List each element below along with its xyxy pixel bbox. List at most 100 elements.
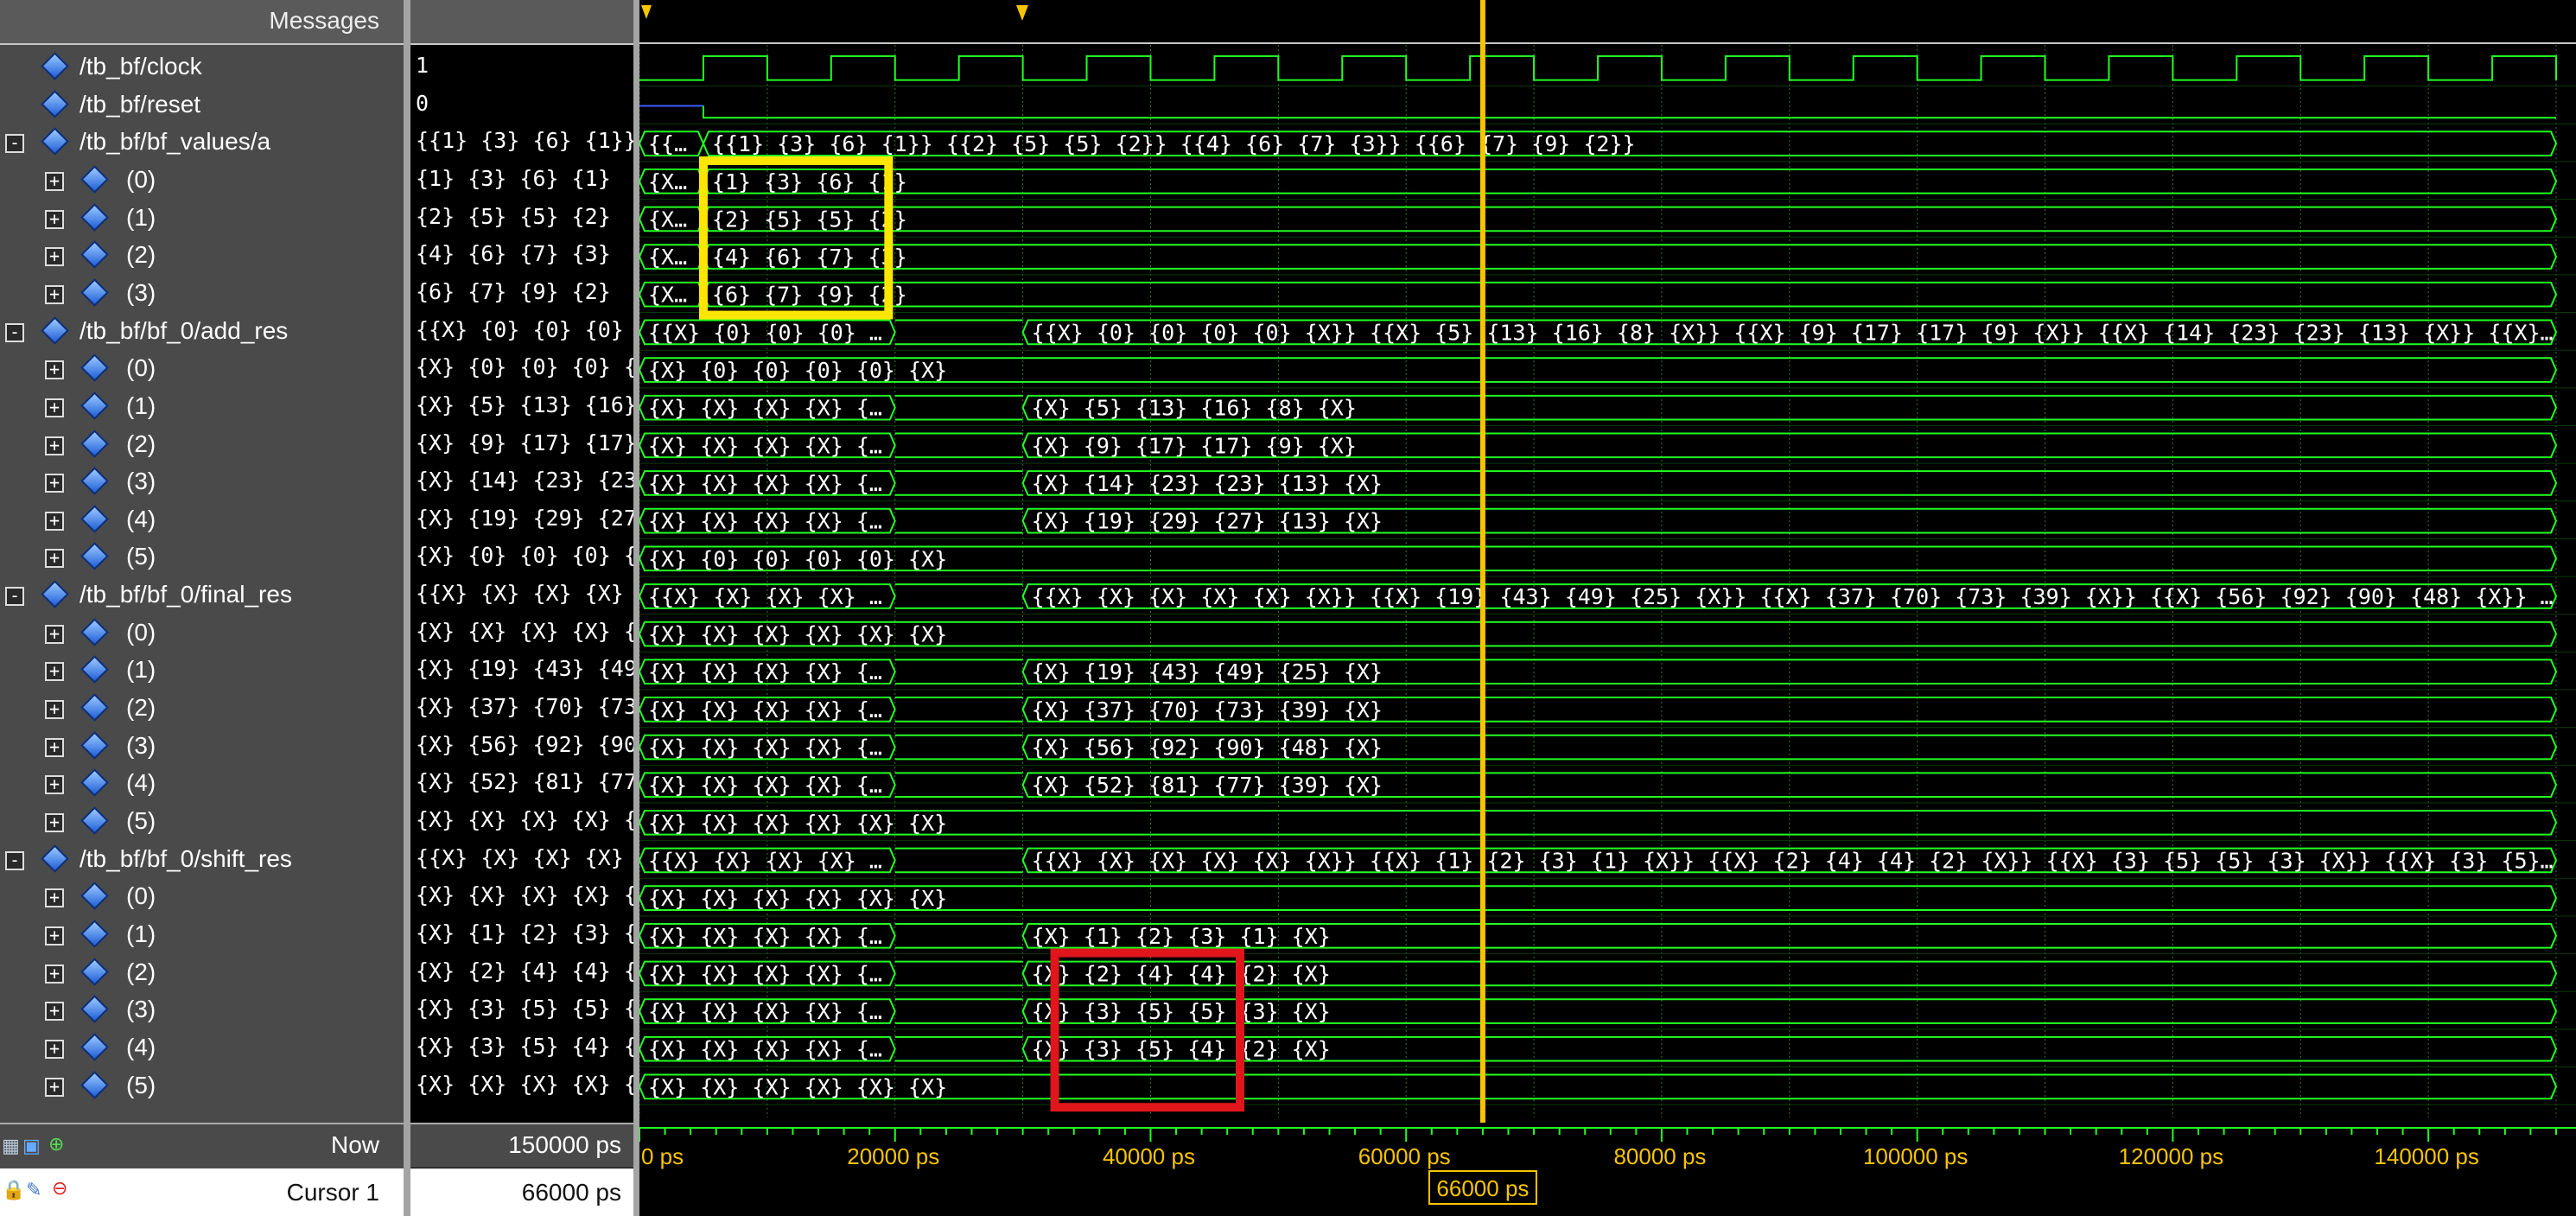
signal-value-row[interactable]: {X} {X} {X} {X} {X} {X}: [410, 879, 633, 917]
wave-icon[interactable]: ▣: [22, 1135, 41, 1157]
cursor-name[interactable]: Cursor 1: [287, 1179, 379, 1206]
signal-row[interactable]: + (4): [0, 766, 404, 804]
signal-value-row[interactable]: {{1} {3} {6} {1}} {{2} {5} {5} {2}} {{4}…: [410, 124, 633, 162]
expand-icon[interactable]: +: [45, 209, 64, 229]
expand-icon[interactable]: +: [45, 171, 64, 191]
expand-icon[interactable]: +: [45, 964, 64, 984]
expand-icon[interactable]: +: [45, 436, 64, 455]
expand-icon[interactable]: +: [45, 474, 64, 493]
signal-value-row[interactable]: {X} {X} {X} {X} {X} {X}: [410, 615, 633, 653]
signal-row[interactable]: /tb_bf/clock: [0, 49, 404, 87]
signal-row[interactable]: + (2): [0, 955, 404, 993]
signal-value-row[interactable]: {X} {37} {70} {73} {39} {X}: [410, 691, 633, 729]
expand-icon[interactable]: +: [45, 398, 64, 417]
signal-row[interactable]: + (4): [0, 1030, 404, 1068]
expand-icon[interactable]: +: [45, 624, 64, 644]
signal-row[interactable]: + (0): [0, 615, 404, 653]
signal-value-row[interactable]: {X} {19} {29} {27} {13} {X}: [410, 502, 633, 540]
signal-row[interactable]: + (0): [0, 162, 404, 201]
signal-value-row[interactable]: {2} {5} {5} {2}: [410, 201, 633, 239]
expand-icon[interactable]: +: [45, 1039, 64, 1059]
signal-value-row[interactable]: {X} {0} {0} {0} {0} {X}: [410, 539, 633, 577]
remove-icon[interactable]: ⊖: [52, 1177, 67, 1200]
signal-value-row[interactable]: {X} {52} {81} {77} {39} {X}: [410, 766, 633, 804]
signal-value-row[interactable]: {X} {14} {23} {23} {13} {X}: [410, 464, 633, 502]
signal-row[interactable]: + (1): [0, 201, 404, 239]
ruler-tick-label: 140000 ps: [2374, 1143, 2478, 1169]
signal-row[interactable]: + (2): [0, 691, 404, 729]
signal-value-row[interactable]: {X} {56} {92} {90} {48} {X}: [410, 729, 633, 767]
signal-row[interactable]: + (5): [0, 1068, 404, 1106]
signal-value-row[interactable]: {X} {2} {4} {4} {2} {X}: [410, 955, 633, 993]
expand-icon[interactable]: +: [45, 662, 64, 682]
waveform-panel[interactable]: {{… {{1} {3} {6} {1}} {{2} {5} {5} {2}} {…: [639, 0, 2576, 1216]
signal-value-row[interactable]: 1: [410, 49, 633, 87]
signal-value: {X} {0} {0} {0} {0} {X}: [416, 543, 633, 569]
signal-row[interactable]: + (2): [0, 427, 404, 465]
sim-icon[interactable]: ▦: [2, 1135, 20, 1157]
signal-value-row[interactable]: {1} {3} {6} {1}: [410, 162, 633, 201]
signal-value-row[interactable]: {X} {3} {5} {5} {3} {X}: [410, 992, 633, 1030]
expand-icon[interactable]: +: [45, 360, 64, 380]
splitter-names-values[interactable]: [404, 0, 410, 1216]
expand-icon[interactable]: +: [45, 700, 64, 720]
signal-value: {X} {56} {92} {90} {48} {X}: [416, 731, 633, 757]
signal-row[interactable]: + (3): [0, 992, 404, 1030]
expand-icon[interactable]: +: [45, 775, 64, 795]
signal-value-row[interactable]: {X} {X} {X} {X} {X} {X}: [410, 1068, 633, 1106]
signal-row[interactable]: + (0): [0, 879, 404, 917]
signal-row[interactable]: + (5): [0, 539, 404, 577]
add-icon[interactable]: ⊕: [48, 1133, 64, 1156]
signal-diamond-icon: [80, 240, 109, 270]
signal-row[interactable]: + (3): [0, 464, 404, 502]
waveform-canvas[interactable]: {{… {{1} {3} {6} {1}} {{2} {5} {5} {2}} {…: [639, 0, 2576, 1216]
signal-value-row[interactable]: {X} {5} {13} {16} {8} {X}: [410, 389, 633, 427]
wrench-icon[interactable]: ✎: [26, 1179, 41, 1201]
signal-row[interactable]: + (1): [0, 917, 404, 955]
signal-value-row[interactable]: {4} {6} {7} {3}: [410, 238, 633, 276]
signal-row[interactable]: + (3): [0, 729, 404, 767]
signal-value-row[interactable]: 0: [410, 87, 633, 125]
expand-icon[interactable]: +: [45, 511, 64, 531]
signal-row[interactable]: + (3): [0, 276, 404, 314]
collapse-icon[interactable]: -: [5, 322, 24, 342]
bus-segment-label: {X} {X} {X} {X} {…: [648, 697, 882, 723]
signal-row[interactable]: + (1): [0, 389, 404, 427]
signal-row[interactable]: + (1): [0, 653, 404, 691]
expand-icon[interactable]: +: [45, 813, 64, 832]
signal-value-row[interactable]: {X} {X} {X} {X} {X} {X}: [410, 804, 633, 842]
collapse-icon[interactable]: -: [5, 587, 24, 607]
collapse-icon[interactable]: -: [5, 850, 24, 870]
signal-row[interactable]: - /tb_bf/bf_0/shift_res: [0, 842, 404, 880]
expand-icon[interactable]: +: [45, 284, 64, 304]
expand-icon[interactable]: +: [45, 1002, 64, 1022]
expand-icon[interactable]: +: [45, 247, 64, 267]
signal-value-row[interactable]: {6} {7} {9} {2}: [410, 276, 633, 314]
signal-name: (5): [126, 543, 156, 570]
expand-icon[interactable]: +: [45, 1077, 64, 1097]
lock-icon[interactable]: 🔒: [2, 1179, 25, 1201]
signal-value-row[interactable]: {{X} {X} {X} {X} {X} {X}} {{X} {1} {2} {…: [410, 842, 633, 880]
signal-name: /tb_bf/bf_0/final_res: [80, 581, 292, 608]
signal-value-row[interactable]: {X} {9} {17} {17} {9} {X}: [410, 427, 633, 465]
signal-row[interactable]: - /tb_bf/bf_0/final_res: [0, 577, 404, 615]
signal-value-row[interactable]: {{X} {X} {X} {X} {X} {X}} {{X} {19} {43}…: [410, 577, 633, 615]
signal-row[interactable]: + (0): [0, 351, 404, 389]
expand-icon[interactable]: +: [45, 737, 64, 757]
signal-value-row[interactable]: {{X} {0} {0} {0} {0} {X}} {{X} {5} {13} …: [410, 314, 633, 352]
bus-segment-label: {X} {19} {29} {27} {13} {X}: [1032, 509, 1383, 534]
signal-row[interactable]: + (5): [0, 804, 404, 842]
signal-row[interactable]: /tb_bf/reset: [0, 87, 404, 125]
signal-value-row[interactable]: {X} {3} {5} {4} {2} {X}: [410, 1030, 633, 1068]
signal-row[interactable]: - /tb_bf/bf_0/add_res: [0, 314, 404, 352]
signal-value-row[interactable]: {X} {19} {43} {49} {25} {X}: [410, 653, 633, 691]
signal-value-row[interactable]: {X} {0} {0} {0} {0} {X}: [410, 351, 633, 389]
signal-value-row[interactable]: {X} {1} {2} {3} {1} {X}: [410, 917, 633, 955]
collapse-icon[interactable]: -: [5, 134, 24, 154]
expand-icon[interactable]: +: [45, 549, 64, 569]
expand-icon[interactable]: +: [45, 888, 64, 908]
signal-row[interactable]: + (2): [0, 238, 404, 276]
signal-row[interactable]: - /tb_bf/bf_values/a: [0, 124, 404, 162]
expand-icon[interactable]: +: [45, 926, 64, 945]
signal-row[interactable]: + (4): [0, 502, 404, 540]
